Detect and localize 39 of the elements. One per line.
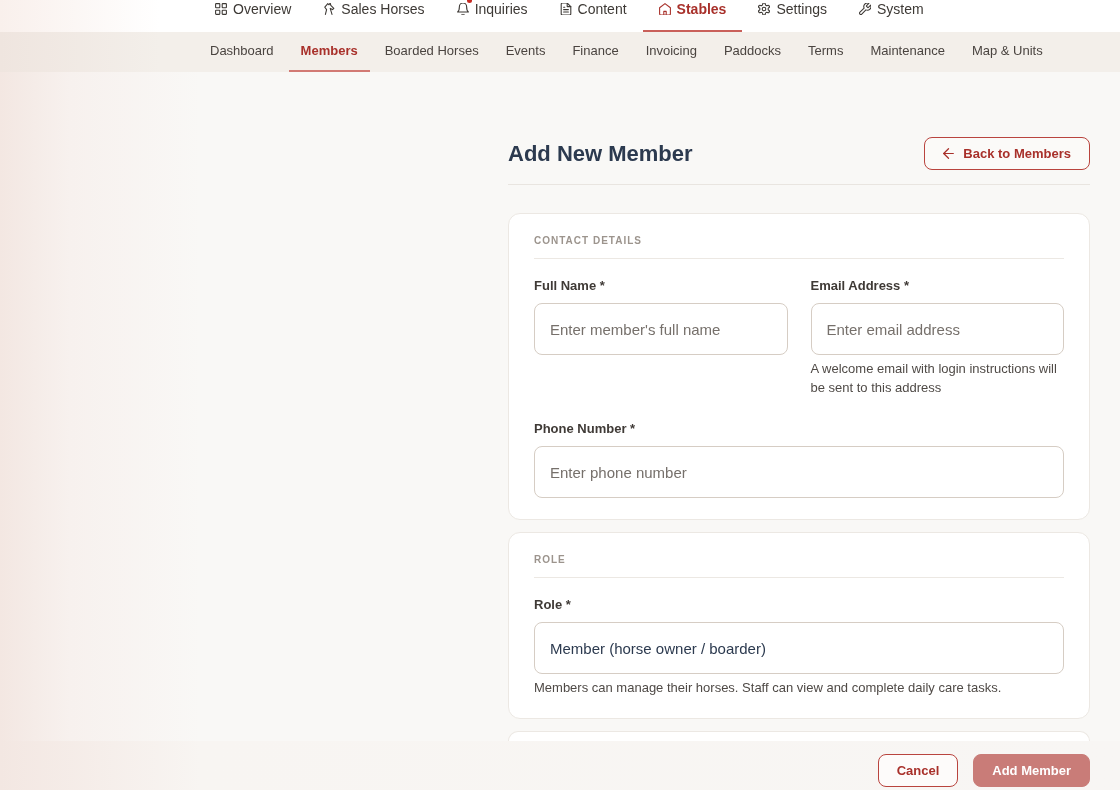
nav-tab[interactable]: System <box>843 0 940 32</box>
wrench-icon <box>859 3 871 15</box>
nav-tab[interactable]: Content <box>543 0 643 32</box>
sub-nav-tab[interactable]: Members <box>288 32 370 72</box>
arrow-left-icon <box>943 148 955 159</box>
field-label: Role * <box>534 596 572 614</box>
back-button[interactable]: Back to Members <box>924 137 1090 170</box>
nav-tab[interactable]: Overview <box>199 0 308 32</box>
section-title: ROLE <box>534 553 1064 578</box>
document-icon <box>559 3 572 15</box>
nav-tab[interactable]: Settings <box>742 0 843 32</box>
field-label: Phone Number * <box>534 420 637 438</box>
help-text: A welcome email with login instructions will be sent to this address <box>810 360 1058 397</box>
sub-nav-tab[interactable]: Boarded Horses <box>372 32 491 72</box>
page-title: Add New Member <box>508 139 693 168</box>
select-field[interactable]: Member (horse owner / boarder) <box>534 622 1064 674</box>
bell-icon <box>456 3 469 15</box>
nav-tab[interactable]: Inquiries <box>440 0 544 32</box>
sub-nav-tab[interactable]: Events <box>493 32 558 72</box>
field-label: Email Address * <box>810 277 910 295</box>
sub-nav-tab[interactable]: Map & Units <box>959 32 1055 72</box>
sub-nav-tab[interactable]: Invoicing <box>633 32 709 72</box>
section-title: CONTACT DETAILS <box>534 234 1064 259</box>
sub-nav-tab[interactable]: Paddocks <box>711 32 794 72</box>
input-field[interactable]: Enter email address <box>810 303 1064 355</box>
input-field[interactable]: Enter member's full name <box>534 303 788 355</box>
settings-icon <box>758 3 771 15</box>
cancel-button[interactable]: Cancel <box>877 754 959 787</box>
grid-icon <box>215 3 227 15</box>
house-icon <box>658 3 671 15</box>
nav-tab[interactable]: Sales Horses <box>307 0 441 32</box>
help-text: Members can manage their horses. Staff can view and complete daily care tasks. <box>534 679 1003 697</box>
sub-nav-tab[interactable]: Finance <box>560 32 631 72</box>
horse-head-icon <box>323 3 336 15</box>
sub-nav-tab[interactable]: Terms <box>796 32 856 72</box>
sub-nav-tab[interactable]: Dashboard <box>198 32 286 72</box>
input-field[interactable]: Enter phone number <box>534 446 1064 498</box>
field-label: Full Name * <box>534 277 606 295</box>
sub-nav-tab[interactable]: Maintenance <box>858 32 957 72</box>
